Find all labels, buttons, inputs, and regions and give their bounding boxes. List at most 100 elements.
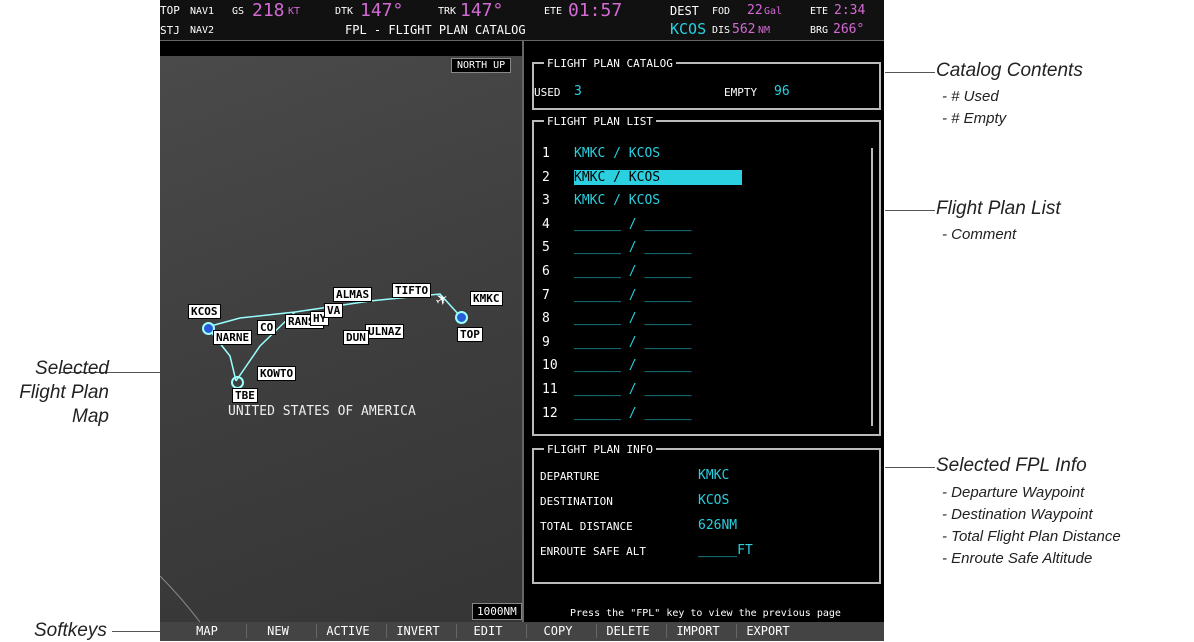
row-comment: ______ / ______ <box>574 358 692 374</box>
trk-value: 147° <box>460 0 504 21</box>
flight-plan-row[interactable]: 7 ______ / ______ <box>534 288 864 306</box>
ete-label: ETE <box>544 6 563 17</box>
softkey[interactable]: INVERT <box>386 624 449 638</box>
empty-label: EMPTY <box>724 86 758 99</box>
softkey[interactable]: EXPORT <box>736 624 799 638</box>
waypoint-label: TBE <box>232 388 258 403</box>
waypoint-label: KMKC <box>470 291 503 306</box>
softkey[interactable]: MAP <box>176 624 238 638</box>
flight-plan-list-panel: FLIGHT PLAN LIST 1 KMKC / KCOS 2 KMKC / KCO… <box>532 115 881 436</box>
brg-label: BRG <box>810 25 829 36</box>
softkey[interactable]: DELETE <box>596 624 659 638</box>
ete-value: 01:57 <box>568 0 623 21</box>
page-title: FPL - FLIGHT PLAN CATALOG <box>345 23 526 37</box>
waypoint-label: TOP <box>457 327 483 342</box>
row-number: 7 <box>542 287 550 303</box>
map-range: 1000NM <box>472 603 522 620</box>
dtk-label: DTK <box>335 6 354 17</box>
status-bar: TOP NAV1 GS 218 KT DTK 147° TRK 147° ETE… <box>160 0 884 40</box>
info-value: 626NM <box>698 518 738 533</box>
empty-value: 96 <box>774 84 790 99</box>
callout-info-sub: - Total Flight Plan Distance <box>942 528 1121 545</box>
dis-label: DIS <box>712 25 731 36</box>
gs-label: GS <box>232 6 245 17</box>
used-value: 3 <box>574 84 582 99</box>
callout-info-sub: - Departure Waypoint <box>942 484 1085 501</box>
row-number: 1 <box>542 146 550 161</box>
nav2-label: NAV2 <box>190 25 215 36</box>
flight-plan-row[interactable]: 8 ______ / ______ <box>534 311 864 329</box>
info-value: KMKC <box>698 468 730 483</box>
callout-list-sub: - Comment <box>942 226 1017 243</box>
fpl-active-wp: STJ <box>160 24 180 37</box>
flight-plan-row[interactable]: 4 ______ / ______ <box>534 217 864 235</box>
ete2-label: ETE <box>810 6 829 17</box>
flight-plan-row[interactable]: 3 KMKC / KCOS <box>534 193 864 211</box>
row-number: 2 <box>542 169 550 185</box>
catalog-title: FLIGHT PLAN CATALOG <box>544 57 676 70</box>
fod-label: FOD <box>712 6 731 17</box>
row-number: 11 <box>542 382 558 397</box>
dtk-value: 147° <box>360 0 404 21</box>
softkey[interactable]: IMPORT <box>666 624 729 638</box>
row-comment: ______ / ______ <box>574 287 692 303</box>
info-label: TOTAL DISTANCE <box>540 520 633 533</box>
flight-plan-row[interactable]: 11 ______ / ______ <box>534 382 864 400</box>
callout-list-title: Flight Plan List <box>936 198 1061 219</box>
callout-info-title: Selected FPL Info <box>936 455 1087 476</box>
row-comment: ______ / ______ <box>574 382 692 397</box>
flight-plan-row[interactable]: 6 ______ / ______ <box>534 264 864 282</box>
waypoint-label: CO <box>257 320 277 335</box>
callout-map-line: Selected <box>35 358 109 379</box>
row-number: 3 <box>542 193 550 209</box>
brg-value: 266° <box>833 22 865 37</box>
kmkc-airport-icon <box>455 311 468 324</box>
row-number: 6 <box>542 264 550 279</box>
row-comment: ______ / ______ <box>574 264 692 279</box>
fod-value: 22 <box>747 3 763 18</box>
callout-leader <box>885 467 935 468</box>
row-number: 5 <box>542 240 550 256</box>
info-title: FLIGHT PLAN INFO <box>544 443 656 456</box>
row-comment: KMKC / KCOS <box>574 169 742 185</box>
list-scrollbar[interactable] <box>871 148 873 426</box>
waypoint-label: KOWTO <box>257 366 297 381</box>
dis-value: 562 <box>732 22 756 37</box>
flight-plan-row[interactable]: 2 KMKC / KCOS <box>534 169 864 188</box>
ete2-value: 2:34 <box>834 3 866 18</box>
fod-unit: Gal <box>764 6 783 17</box>
waypoint-label: KCOS <box>188 304 221 319</box>
waypoint-label: DUN <box>343 330 369 345</box>
nav1-label: NAV1 <box>190 6 215 17</box>
softkey[interactable]: NEW <box>246 624 309 638</box>
flight-plan-row[interactable]: 10 ______ / ______ <box>534 358 864 376</box>
catalog-panel: FLIGHT PLAN CATALOG USED 3 EMPTY 96 <box>532 57 881 110</box>
flight-plan-row[interactable]: 9 ______ / ______ <box>534 335 864 353</box>
row-number: 10 <box>542 358 558 374</box>
row-comment: ______ / ______ <box>574 311 692 327</box>
row-number: 12 <box>542 405 558 421</box>
dis-unit: NM <box>758 25 771 36</box>
waypoint-label: TIFTO <box>392 283 432 298</box>
dest-label: DEST <box>670 4 699 18</box>
softkey[interactable]: EDIT <box>456 624 519 638</box>
flight-plan-map[interactable]: NORTH UP ✈ KCOS NARNE RANSO ALMAS ULNAZ … <box>160 56 522 622</box>
flight-plan-row[interactable]: 5 ______ / ______ <box>534 240 864 258</box>
waypoint-label: VA <box>324 303 344 318</box>
info-label: ENROUTE SAFE ALT <box>540 545 646 558</box>
fpl-prev-wp: TOP <box>160 4 180 17</box>
trk-label: TRK <box>438 6 457 17</box>
row-comment: ______ / ______ <box>574 240 692 256</box>
row-number: 4 <box>542 216 550 232</box>
callout-info-sub: - Destination Waypoint <box>942 506 1093 523</box>
flight-plan-row[interactable]: 1 KMKC / KCOS <box>534 146 864 164</box>
used-label: USED <box>534 86 561 99</box>
callout-catalog-sub: - # Used <box>942 88 999 105</box>
flight-plan-row[interactable]: 12 ______ / ______ <box>534 406 864 424</box>
info-label: DEPARTURE <box>540 470 600 483</box>
softkey[interactable]: COPY <box>526 624 589 638</box>
callout-catalog-sub: - # Empty <box>942 110 1007 127</box>
info-value: _____FT <box>698 543 753 558</box>
softkey[interactable]: ACTIVE <box>316 624 379 638</box>
row-number: 8 <box>542 311 550 327</box>
